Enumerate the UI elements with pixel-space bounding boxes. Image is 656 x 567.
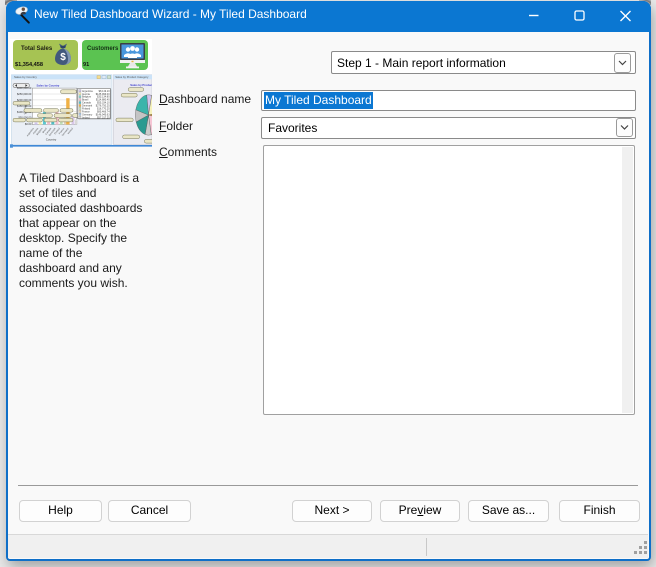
svg-text:$250,000.00: $250,000.00 [17,92,32,96]
svg-text:Sales by Country: Sales by Country [14,75,37,79]
svg-text:Total Sales: Total Sales [21,46,53,52]
svg-text:$57,317.25: $57,317.25 [97,116,110,119]
svg-text:Sales by Product Category: Sales by Product Category [115,75,149,79]
svg-text:Country: Country [46,137,57,141]
svg-text:$0.00: $0.00 [25,122,32,126]
svg-text:$: $ [60,52,66,63]
svg-text:Sales by Country: Sales by Country [37,84,60,88]
svg-text:91: 91 [83,62,89,68]
svg-text:Ireland: Ireland [82,116,90,119]
svg-text:$300,000.00: $300,000.00 [17,86,32,90]
svg-text:Sales by Product: Sales by Product [130,83,152,87]
svg-text:Customers: Customers [87,46,119,52]
svg-text:$1,354,458: $1,354,458 [15,62,43,68]
